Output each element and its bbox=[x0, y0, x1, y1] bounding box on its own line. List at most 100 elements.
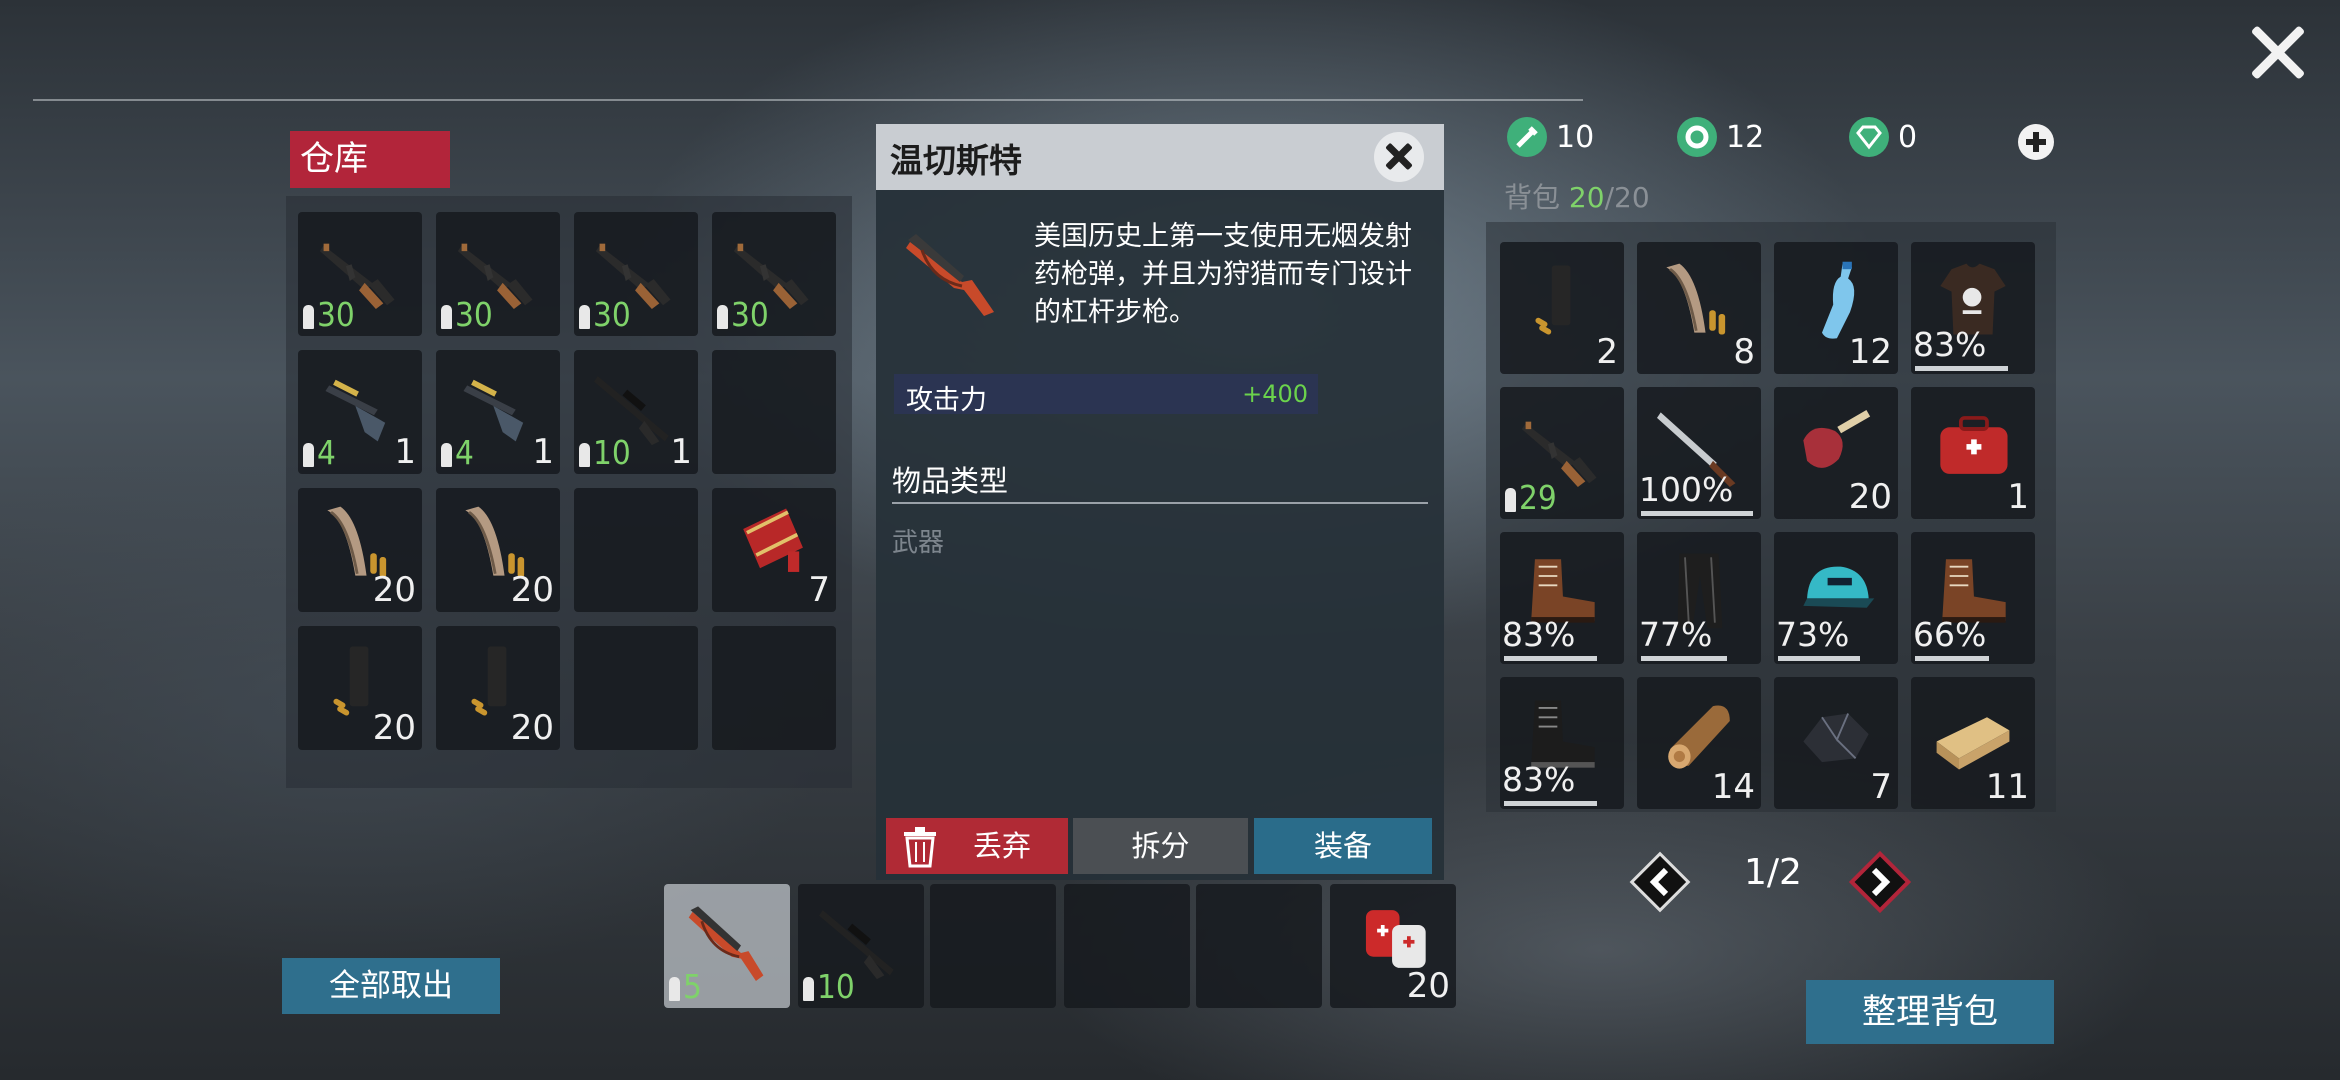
bullet-icon bbox=[303, 443, 314, 467]
empty-slot[interactable] bbox=[712, 350, 836, 474]
warehouse-title: 仓库 bbox=[290, 131, 450, 188]
durability-bar bbox=[1641, 511, 1753, 516]
add-currency-button[interactable] bbox=[2018, 124, 2054, 160]
empty-quick-slot[interactable] bbox=[1196, 884, 1322, 1008]
bullet-icon bbox=[803, 977, 814, 1001]
item-detail-panel: 温切斯特 美国历史上第一支使用无烟发射药枪弹，并且为狩猎而专门设计的杠杆步枪。 … bbox=[876, 124, 1444, 880]
durability-percent: 83% bbox=[1913, 325, 1987, 364]
item-quantity: 1 bbox=[532, 432, 554, 472]
warehouse-grid: 30 30 30 30 4 1 4 1 10 1 20 20 7 20 20 bbox=[298, 212, 836, 750]
stat-label: 攻击力 bbox=[906, 385, 987, 416]
ak47-rifle-icon bbox=[1521, 421, 1597, 488]
tidy-backpack-button[interactable]: 整理背包 bbox=[1806, 980, 2054, 1044]
coal-ore-icon bbox=[1803, 713, 1869, 763]
currency-wrench: 10 bbox=[1504, 112, 1594, 162]
ham-leg-icon bbox=[1803, 410, 1871, 468]
item-quantity: 20 bbox=[510, 708, 554, 748]
quick-slot[interactable]: 20 bbox=[1330, 884, 1456, 1008]
inventory-slot[interactable]: 2 bbox=[1500, 242, 1624, 374]
inventory-slot[interactable]: 1 bbox=[1911, 387, 2035, 519]
backpack-separator: / bbox=[1604, 181, 1614, 214]
durability-percent: 100% bbox=[1639, 470, 1734, 509]
bullet-icon bbox=[579, 443, 590, 467]
inventory-slot[interactable]: 20 bbox=[436, 626, 560, 750]
inventory-slot[interactable]: 30 bbox=[298, 212, 422, 336]
empty-slot[interactable] bbox=[712, 626, 836, 750]
ammo-value: 29 bbox=[1519, 478, 1557, 517]
inventory-slot[interactable]: 20 bbox=[436, 488, 560, 612]
next-page-button[interactable] bbox=[1846, 848, 1914, 916]
inventory-slot[interactable]: 41 bbox=[298, 350, 422, 474]
item-type-heading: 物品类型 bbox=[892, 464, 1009, 498]
medical-bag-icon bbox=[1940, 416, 2008, 475]
green-diamond-icon bbox=[1849, 117, 1889, 157]
inventory-slot[interactable]: 83% bbox=[1500, 677, 1624, 809]
inventory-slot[interactable]: 77% bbox=[1637, 532, 1761, 664]
item-quantity: 8 bbox=[1733, 332, 1755, 372]
durability-percent: 77% bbox=[1639, 615, 1713, 654]
inventory-slot[interactable]: 29 bbox=[1500, 387, 1624, 519]
item-quantity: 1 bbox=[2007, 477, 2029, 517]
empty-slot[interactable] bbox=[574, 626, 698, 750]
item-description: 美国历史上第一支使用无烟发射药枪弹，并且为狩猎而专门设计的杠杆步枪。 bbox=[1034, 221, 1412, 328]
empty-slot[interactable] bbox=[574, 488, 698, 612]
rifle-magazine-icon bbox=[1666, 263, 1726, 335]
inventory-slot[interactable]: 83% bbox=[1911, 242, 2035, 374]
green-wrench-coin-icon bbox=[1507, 117, 1547, 157]
drop-button[interactable]: 丢弃 bbox=[886, 818, 1068, 874]
inventory-slot[interactable]: 66% bbox=[1911, 532, 2035, 664]
inventory-slot[interactable]: 7 bbox=[712, 488, 836, 612]
item-quantity: 20 bbox=[1848, 477, 1892, 517]
durability-bar bbox=[1641, 656, 1728, 661]
inventory-slot[interactable]: 8 bbox=[1637, 242, 1761, 374]
inventory-slot[interactable]: 12 bbox=[1774, 242, 1898, 374]
inventory-slot[interactable]: 20 bbox=[298, 488, 422, 612]
empty-quick-slot[interactable] bbox=[1064, 884, 1190, 1008]
durability-percent: 73% bbox=[1776, 615, 1850, 654]
bullet-icon bbox=[303, 305, 314, 329]
item-quantity: 20 bbox=[372, 708, 416, 748]
inventory-slot[interactable]: 73% bbox=[1774, 532, 1898, 664]
green-gear-coin-icon bbox=[1677, 117, 1717, 157]
inventory-slot[interactable]: 14 bbox=[1637, 677, 1761, 809]
inventory-slot[interactable]: 30 bbox=[712, 212, 836, 336]
ammo-value: 10 bbox=[817, 967, 855, 1006]
item-quantity: 20 bbox=[1406, 966, 1450, 1006]
item-quantity: 7 bbox=[1870, 767, 1892, 807]
equip-button[interactable]: 装备 bbox=[1254, 818, 1432, 874]
quick-slot[interactable]: 5 bbox=[664, 884, 790, 1008]
inventory-slot[interactable]: 83% bbox=[1500, 532, 1624, 664]
currency-value: 12 bbox=[1726, 119, 1765, 155]
inventory-slot[interactable]: 30 bbox=[574, 212, 698, 336]
item-quantity: 1 bbox=[670, 432, 692, 472]
item-quantity: 1 bbox=[394, 432, 416, 472]
inventory-slot[interactable]: 100% bbox=[1637, 387, 1761, 519]
inventory-slot[interactable]: 10 1 bbox=[574, 350, 698, 474]
bullet-icon bbox=[579, 305, 590, 329]
inventory-slot[interactable]: 7 bbox=[1774, 677, 1898, 809]
inventory-slot[interactable]: 41 bbox=[436, 350, 560, 474]
close-icon[interactable] bbox=[1374, 132, 1424, 182]
ammo-count: 30 bbox=[714, 295, 769, 334]
quick-slot[interactable]: 10 bbox=[798, 884, 924, 1008]
durability-percent: 83% bbox=[1502, 615, 1576, 654]
winchester-rifle-icon bbox=[906, 234, 994, 316]
ammo-count: 4 bbox=[438, 433, 474, 472]
currency-value: 0 bbox=[1898, 119, 1918, 155]
prev-page-button[interactable] bbox=[1626, 848, 1694, 916]
take-all-button[interactable]: 全部取出 bbox=[282, 958, 500, 1014]
wood-plank-icon bbox=[1936, 717, 2010, 770]
backpack-capacity: 20 bbox=[1614, 181, 1650, 214]
backpack-grid: 2 8 12 83% 29 100% 20 1 83% 77% 73% 66% 83% 14 7 11 bbox=[1500, 242, 2035, 809]
inventory-slot[interactable]: 30 bbox=[436, 212, 560, 336]
inventory-slot[interactable]: 20 bbox=[1774, 387, 1898, 519]
ammo-count: 10 bbox=[800, 967, 855, 1006]
split-button[interactable]: 拆分 bbox=[1073, 818, 1248, 874]
inventory-slot[interactable]: 11 bbox=[1911, 677, 2035, 809]
empty-quick-slot[interactable] bbox=[930, 884, 1056, 1008]
close-icon[interactable] bbox=[2250, 24, 2306, 80]
ammo-value: 10 bbox=[593, 433, 631, 472]
inventory-slot[interactable]: 20 bbox=[298, 626, 422, 750]
item-quantity: 11 bbox=[1985, 767, 2029, 807]
durability-bar bbox=[1504, 801, 1597, 806]
